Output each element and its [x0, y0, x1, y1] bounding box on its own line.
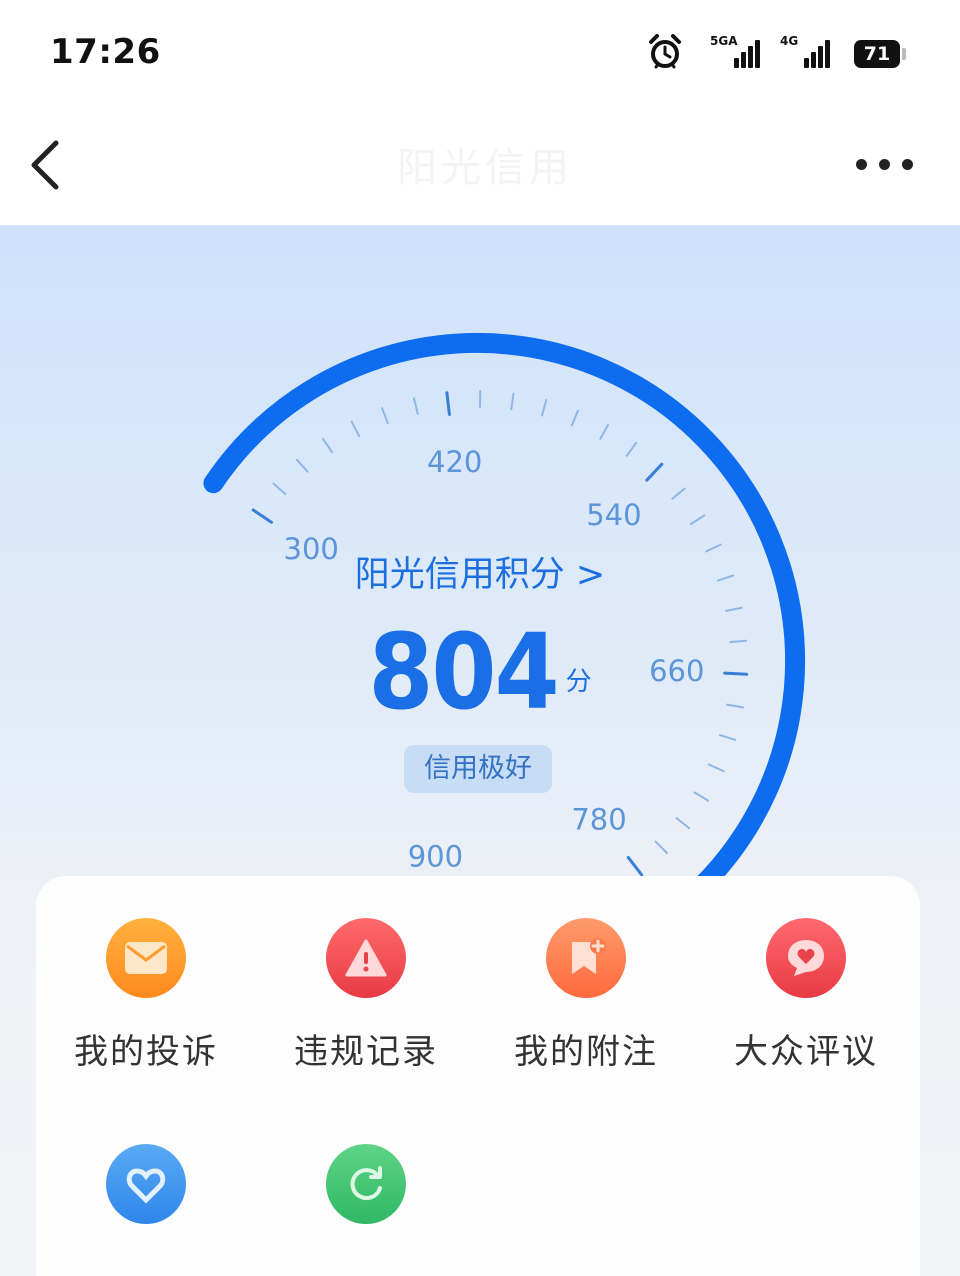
heart-chat-icon: [766, 918, 846, 998]
gauge-tick-label: 780: [571, 803, 626, 837]
gauge-minor-tick: [572, 411, 578, 426]
gauge-minor-tick: [542, 400, 546, 416]
service-favorites[interactable]: [36, 1144, 256, 1250]
gauge-minor-tick: [323, 439, 332, 452]
gauge-major-tick: [253, 510, 271, 522]
warning-icon: [326, 918, 406, 998]
service-card: 我的投诉 违规记录 我的附注 大众评议: [36, 876, 920, 1276]
gauge-minor-tick: [627, 443, 636, 456]
signal-5ga-icon: 5GA: [712, 40, 760, 68]
nav-bar: 阳光信用: [0, 105, 960, 225]
gauge-minor-tick: [726, 608, 742, 611]
gauge-minor-tick: [656, 842, 667, 853]
gauge-minor-tick: [720, 735, 735, 740]
credit-level-badge: 信用极好: [404, 745, 552, 793]
gauge-tick-label: 420: [427, 445, 482, 479]
service-credit-repair[interactable]: [256, 1144, 476, 1250]
battery-icon: 71: [854, 40, 900, 68]
gauge-minor-tick: [677, 818, 690, 828]
gauge-minor-tick: [709, 765, 724, 772]
gauge-tick-label: 540: [586, 498, 641, 532]
score-title-link[interactable]: 阳光信用积分 >: [0, 546, 960, 597]
gauge-minor-tick: [274, 484, 286, 495]
more-button[interactable]: [856, 149, 920, 179]
score-value: 804: [368, 612, 557, 732]
gauge-minor-tick: [694, 792, 708, 800]
service-public-review[interactable]: 大众评议: [696, 918, 916, 1073]
gauge-minor-tick: [691, 515, 705, 524]
score-display: 804分: [0, 612, 960, 732]
more-dots-icon: [856, 159, 867, 170]
chevron-left-icon: [22, 135, 72, 195]
gauge-minor-tick: [352, 422, 359, 436]
signal-4g-icon: 4G: [782, 40, 830, 68]
score-unit: 分: [566, 661, 592, 698]
mail-icon: [106, 918, 186, 998]
service-my-notes[interactable]: 我的附注: [476, 918, 696, 1073]
gauge-minor-tick: [511, 394, 513, 410]
gauge-minor-tick: [672, 489, 684, 499]
battery-level: 71: [864, 43, 890, 65]
gauge-tick-label: 900: [408, 840, 463, 874]
gauge-minor-tick: [414, 398, 418, 414]
service-violation-records[interactable]: 违规记录: [256, 918, 476, 1073]
heart-icon: [106, 1144, 186, 1224]
gauge-major-tick: [447, 393, 450, 415]
status-time: 17:26: [50, 32, 161, 72]
status-bar: 17:26 5GA 4G 71: [0, 0, 960, 105]
gauge-major-tick: [647, 464, 662, 480]
gauge-minor-tick: [382, 408, 388, 423]
bookmark-plus-icon: [546, 918, 626, 998]
gauge-major-tick: [628, 858, 641, 875]
status-icons: 5GA 4G 71: [648, 34, 900, 74]
service-my-complaints[interactable]: 我的投诉: [36, 918, 256, 1073]
gauge-minor-tick: [600, 425, 608, 439]
page-title: 阳光信用: [300, 143, 670, 193]
alarm-icon: [648, 34, 682, 74]
back-button[interactable]: [22, 135, 72, 195]
gauge-minor-tick: [297, 460, 308, 472]
refresh-icon: [326, 1144, 406, 1224]
